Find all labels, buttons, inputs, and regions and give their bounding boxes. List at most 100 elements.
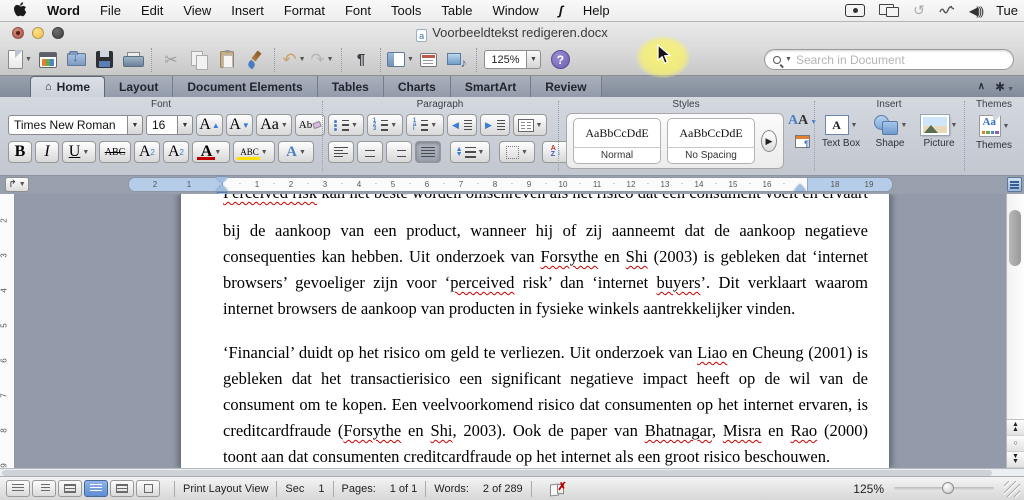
text-line[interactable]: browsers’ gevoeliger zijn voor ‘perceive… [223, 270, 868, 296]
screen-recording-icon[interactable] [845, 4, 865, 17]
menu-item-format[interactable]: Format [274, 0, 335, 22]
font-name-combo[interactable]: Times New Roman ▼ [8, 115, 143, 135]
sidebar-toggle-button[interactable]: ▼ [387, 46, 414, 74]
ribbon-settings-gear-icon[interactable]: ✱▼ [995, 80, 1014, 94]
manage-styles-icon[interactable] [795, 135, 810, 148]
increase-indent-button[interactable]: ▶ [480, 114, 510, 136]
help-button[interactable]: ? [551, 50, 570, 69]
tab-charts[interactable]: Charts [384, 76, 451, 97]
tab-document-elements[interactable]: Document Elements [173, 76, 317, 97]
document-text[interactable]: Perceived risk kan het beste worden omsc… [223, 194, 868, 468]
collapse-ribbon-icon[interactable]: ∧ [978, 81, 985, 92]
next-page-button[interactable]: ▼▼ [1007, 452, 1024, 468]
menu-item-edit[interactable]: Edit [131, 0, 173, 22]
text-line[interactable]: gebleken dat het transactierisico een si… [223, 366, 868, 392]
strikethrough-button[interactable]: ABC [99, 141, 131, 163]
menu-item-font[interactable]: Font [335, 0, 381, 22]
toolbox-button[interactable] [416, 46, 442, 74]
text-line[interactable]: ‘Financial’ duidt op het risico om geld … [223, 340, 868, 366]
focus-view-button[interactable] [136, 480, 160, 497]
hanging-indent-marker[interactable] [216, 185, 228, 191]
menu-item-insert[interactable]: Insert [221, 0, 274, 22]
text-line[interactable]: creditcardfraude (Forsythe en Shi, 2003)… [223, 418, 868, 444]
copy-button[interactable] [186, 46, 212, 74]
subscript-button[interactable]: A2 [163, 141, 189, 163]
section-indicator[interactable]: Sec1 [285, 483, 324, 495]
style-card-normal[interactable]: AaBbCcDdENormal [573, 118, 661, 164]
menu-item-view[interactable]: View [173, 0, 221, 22]
time-machine-icon[interactable]: ↺ [913, 4, 925, 17]
numbering-button[interactable]: 123▼ [367, 114, 403, 136]
menu-item-tools[interactable]: Tools [381, 0, 431, 22]
tab-tables[interactable]: Tables [318, 76, 384, 97]
window-resize-grip[interactable] [1004, 481, 1020, 497]
displays-icon[interactable] [879, 4, 899, 17]
previous-page-button[interactable]: ▲▲ [1007, 420, 1024, 436]
paste-button[interactable] [214, 46, 240, 74]
styles-more-button[interactable]: ▶ [761, 130, 777, 152]
justify-button[interactable] [415, 141, 441, 163]
align-center-button[interactable] [357, 141, 383, 163]
highlight-button[interactable]: ABC▼ [233, 141, 275, 163]
search-scope-dropdown-icon[interactable]: ▼ [785, 56, 792, 63]
text-line[interactable]: internet browsers de aankoop van product… [223, 296, 868, 322]
text-line[interactable]: Perceived risk kan het beste worden omsc… [223, 194, 868, 206]
right-indent-marker[interactable] [794, 184, 806, 191]
menu-item-window[interactable]: Window [482, 0, 548, 22]
split-window-control[interactable] [1007, 177, 1022, 192]
zoom-slider[interactable] [894, 487, 994, 490]
text-line[interactable]: bij de aankoop van een product, wanneer … [223, 218, 868, 244]
pages-indicator[interactable]: Pages:1 of 1 [342, 483, 418, 495]
show-formatting-button[interactable]: ¶ [348, 46, 374, 74]
notebook-layout-view-button[interactable] [110, 480, 134, 497]
borders-button[interactable]: ▼ [499, 141, 535, 163]
align-left-button[interactable] [328, 141, 354, 163]
vertical-scrollbar-thumb[interactable] [1009, 210, 1021, 266]
script-menu-icon[interactable]: ʃ [549, 0, 573, 22]
text-effects-button[interactable]: A▼ [278, 141, 314, 163]
multilevel-list-button[interactable]: 1ai▼ [406, 114, 444, 136]
select-browse-object-button[interactable]: ○ [1007, 436, 1024, 452]
italic-button[interactable]: I [35, 141, 59, 163]
themes-button[interactable]: Aa ▼ Themes [968, 115, 1020, 151]
apple-menu-icon[interactable] [14, 2, 27, 20]
menu-bar-clock[interactable]: Tue [996, 3, 1020, 18]
text-line[interactable]: consequenties kan hebben. Uit onderzoek … [223, 244, 868, 270]
text-line[interactable]: toont aan dat consumenten creditcardfrau… [223, 444, 868, 468]
new-document-button[interactable]: ▼ [7, 46, 33, 74]
style-card-no-spacing[interactable]: AaBbCcDdENo Spacing [667, 118, 755, 164]
format-painter-button[interactable] [242, 46, 268, 74]
align-right-button[interactable] [386, 141, 412, 163]
font-color-button[interactable]: A▼ [192, 141, 230, 163]
decrease-indent-button[interactable]: ◀ [447, 114, 477, 136]
font-name-dropdown-icon[interactable]: ▼ [128, 115, 143, 135]
bullets-button[interactable]: ▼ [328, 114, 364, 136]
redo-button[interactable]: ↷▼ [309, 46, 335, 74]
tab-layout[interactable]: Layout [105, 76, 173, 97]
bold-button[interactable]: B [8, 141, 32, 163]
cut-button[interactable]: ✂ [158, 46, 184, 74]
horizontal-scrollbar-thumb[interactable] [2, 470, 992, 476]
text-line[interactable]: consument om te kopen. Een veelvoorkomen… [223, 392, 868, 418]
menu-item-word[interactable]: Word [37, 0, 90, 22]
outline-view-button[interactable] [32, 480, 56, 497]
tab-selector-button[interactable]: ↱▼ [5, 177, 29, 192]
undo-button[interactable]: ↶▼ [281, 46, 307, 74]
line-spacing-button[interactable]: ▲▼▼ [450, 141, 490, 163]
clear-formatting-button[interactable]: Ab [295, 114, 325, 136]
print-button[interactable] [119, 46, 145, 74]
shrink-font-button[interactable]: A▼ [226, 114, 253, 136]
superscript-button[interactable]: A2 [134, 141, 160, 163]
publishing-layout-view-button[interactable] [58, 480, 82, 497]
airplay-icon[interactable] [939, 3, 955, 18]
print-layout-view-button[interactable] [84, 480, 108, 497]
vertical-ruler[interactable]: 23456789 [0, 194, 15, 468]
word-count-indicator[interactable]: Words:2 of 289 [434, 483, 522, 495]
menu-item-file[interactable]: File [90, 0, 131, 22]
media-browser-button[interactable] [444, 46, 470, 74]
change-case-button[interactable]: Aa▼ [256, 114, 292, 136]
view-mode-label[interactable]: Print Layout View [183, 483, 268, 495]
insert-textbox-button[interactable]: A▼ Text Box [818, 115, 864, 149]
tab-review[interactable]: Review [531, 76, 601, 97]
tab-home[interactable]: ⌂Home [30, 76, 105, 97]
